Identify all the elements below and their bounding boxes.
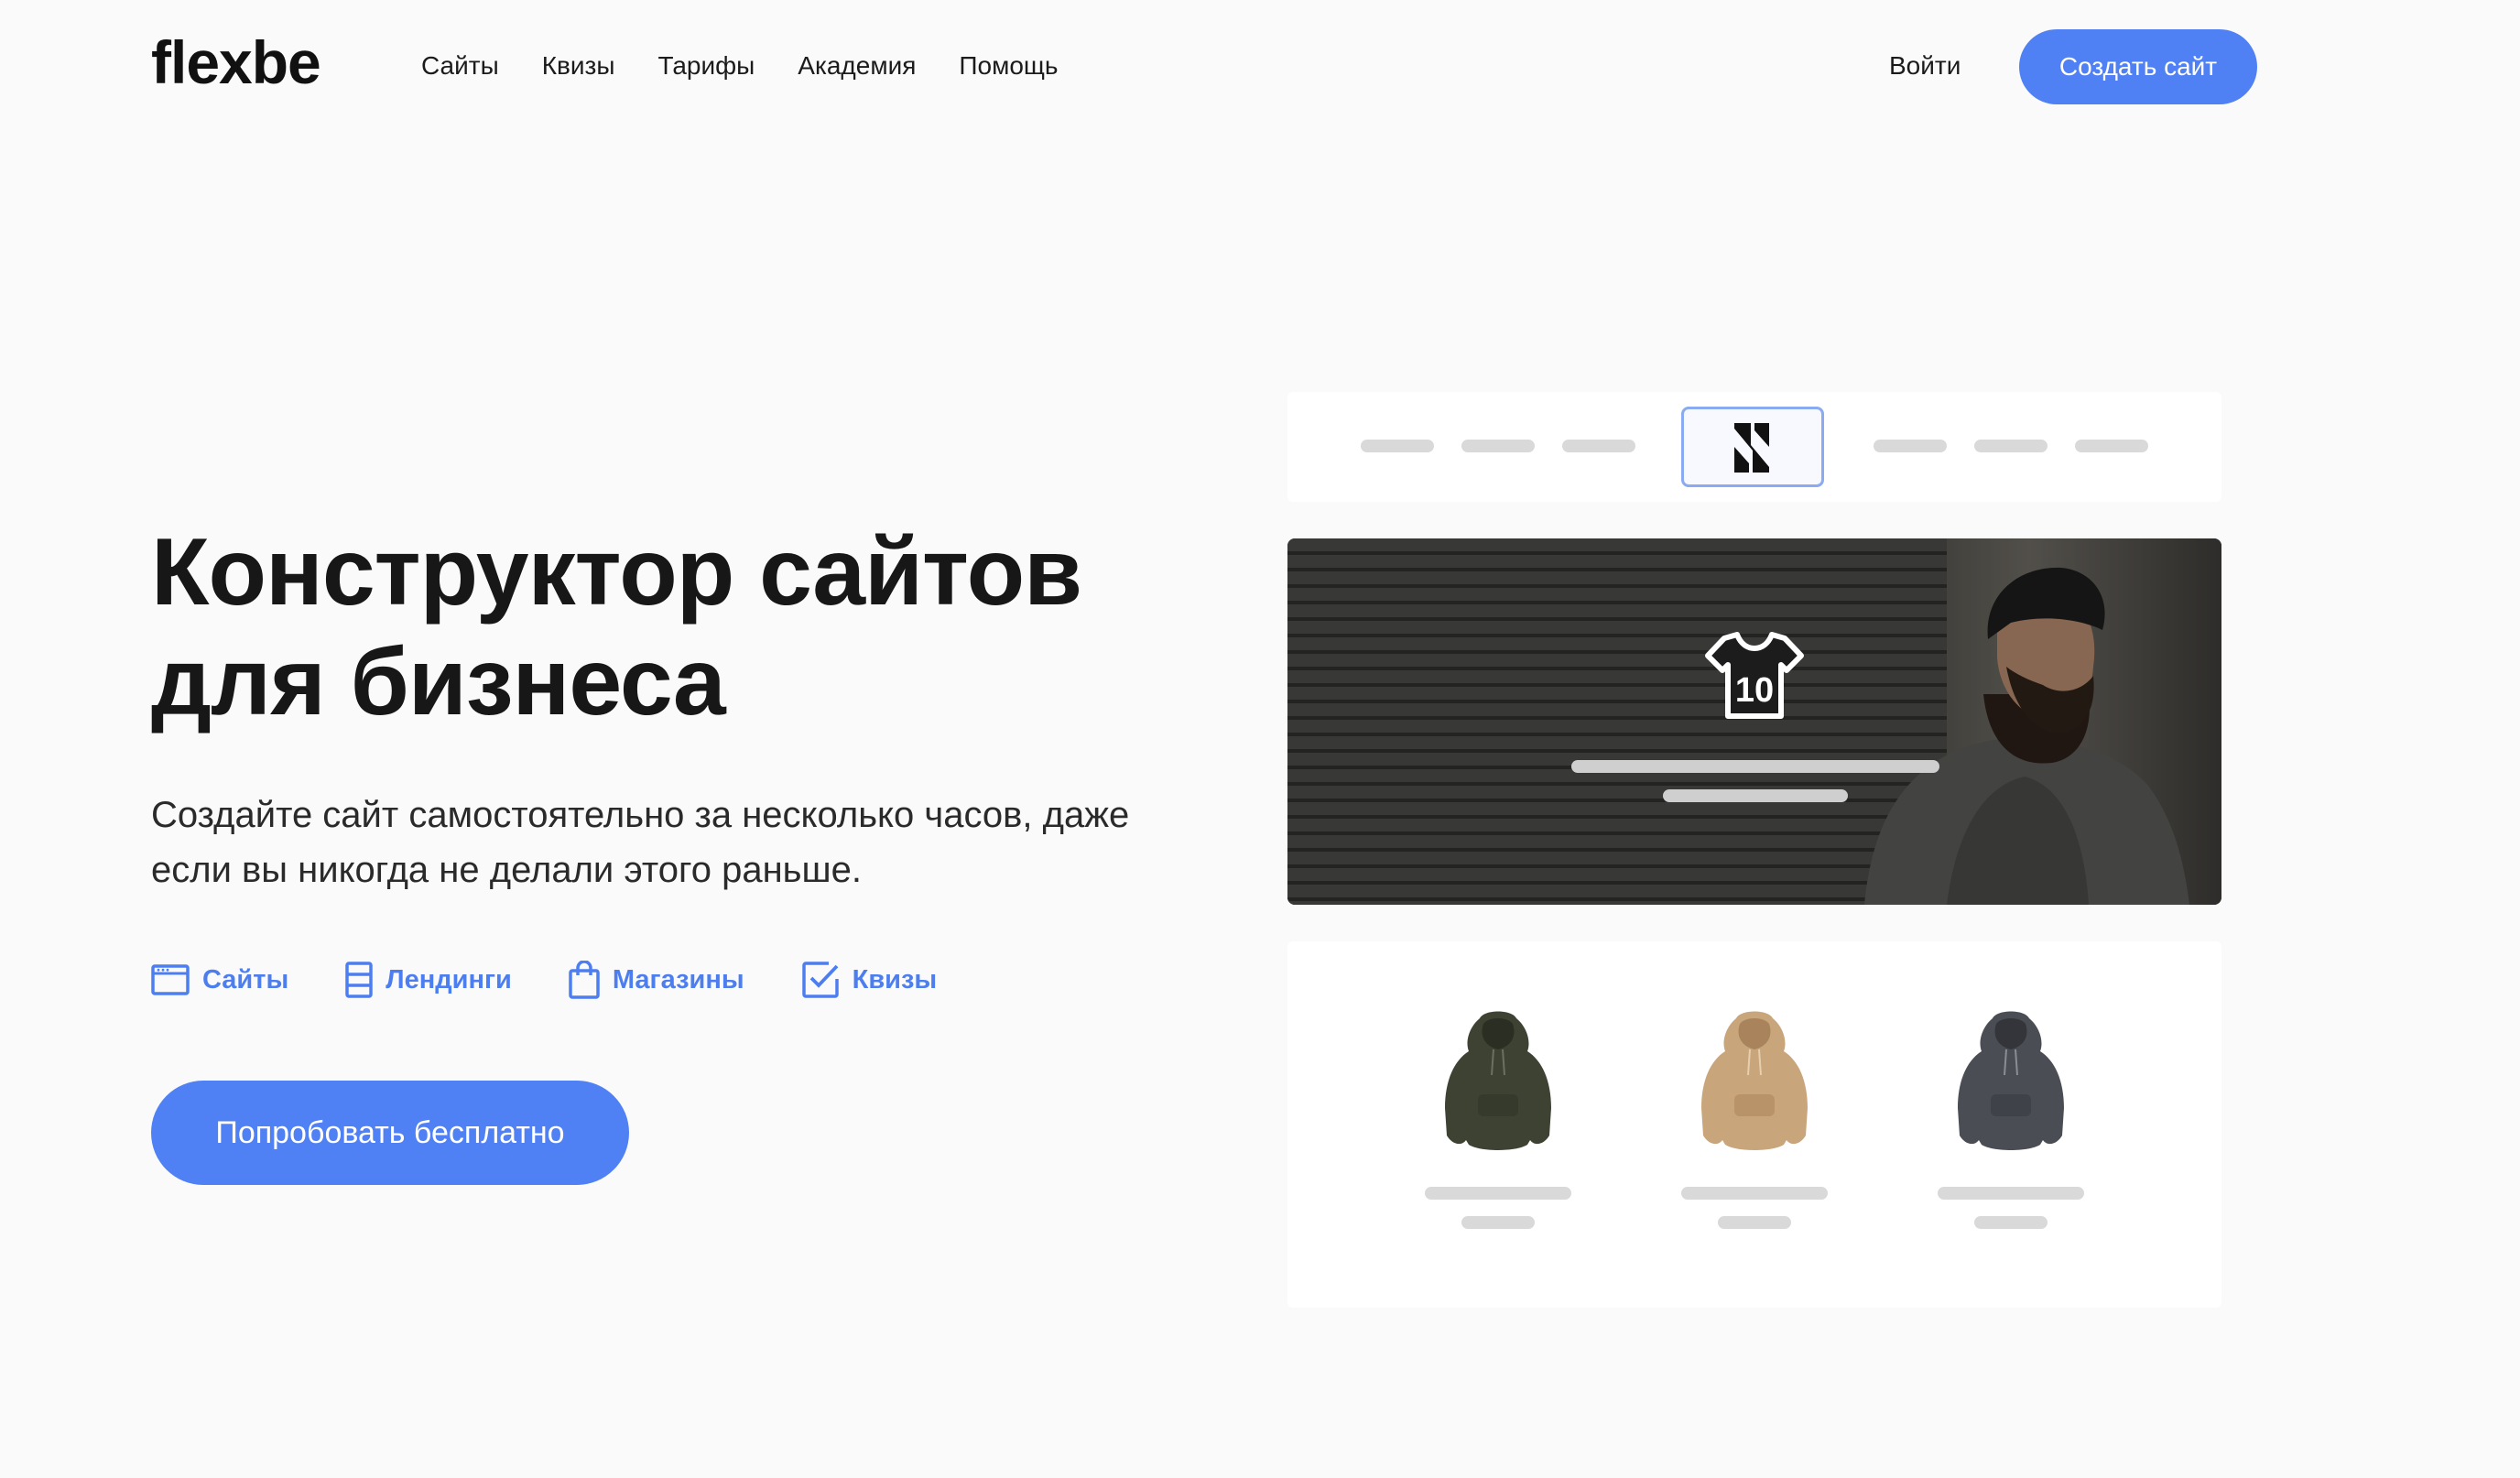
browser-window-icon	[151, 964, 190, 995]
nav-item-pricing[interactable]: Тарифы	[658, 48, 755, 84]
login-link[interactable]: Войти	[1889, 48, 1961, 84]
hero-subtitle: Создайте сайт самостоятельно за нескольк…	[151, 788, 1232, 897]
feature-link-landings[interactable]: Лендинги	[345, 957, 512, 1003]
hero-subtitle-line2: если вы никогда не делали этого раньше.	[151, 850, 862, 890]
mockup-products	[1287, 941, 2221, 1308]
placeholder-bar	[1938, 1187, 2084, 1200]
feature-link-quizzes[interactable]: Квизы	[801, 957, 938, 1003]
placeholder-bar	[2075, 440, 2148, 452]
hero-title-line2: для бизнеса	[151, 629, 726, 735]
hoodie-icon	[1445, 1011, 1551, 1150]
feature-link-shops[interactable]: Магазины	[569, 957, 744, 1003]
mockup-banner: 10	[1287, 538, 2221, 905]
placeholder-bar	[1663, 789, 1848, 802]
hero-title-line1: Конструктор сайтов	[151, 519, 1082, 625]
placeholder-bar	[1974, 440, 2048, 452]
placeholder-bar	[1874, 440, 1947, 452]
nav-item-quizzes[interactable]: Квизы	[542, 48, 615, 84]
create-site-button[interactable]: Создать сайт	[2019, 29, 2257, 104]
placeholder-bar	[1425, 1187, 1571, 1200]
hero-subtitle-line1: Создайте сайт самостоятельно за нескольк…	[151, 795, 1130, 835]
main-nav: Сайты Квизы Тарифы Академия Помощь	[421, 48, 1059, 84]
feature-links: Сайты Лендинги Магазины Квизы	[151, 957, 994, 1003]
placeholder-bar	[1461, 440, 1535, 452]
shopping-bag-icon	[569, 961, 600, 999]
banner-overlay	[1287, 538, 2221, 905]
placeholder-bar	[1571, 760, 1939, 773]
feature-label: Магазины	[612, 964, 744, 994]
hero-title: Конструктор сайтов для бизнеса	[151, 517, 1250, 737]
nav-item-help[interactable]: Помощь	[959, 48, 1058, 84]
checkbox-icon	[801, 962, 839, 998]
mockup-header	[1287, 392, 2221, 502]
placeholder-bar	[1681, 1187, 1828, 1200]
try-free-button[interactable]: Попробовать бесплатно	[151, 1081, 629, 1185]
feature-label: Лендинги	[386, 964, 512, 994]
nav-item-academy[interactable]: Академия	[798, 48, 916, 84]
feature-link-sites[interactable]: Сайты	[151, 957, 288, 1003]
tshirt-number: 10	[1735, 671, 1774, 710]
landing-page-icon	[345, 962, 373, 998]
placeholder-bar	[1361, 440, 1434, 452]
hoodie-icon	[1701, 1011, 1808, 1150]
mockup-logo-box	[1681, 407, 1824, 487]
placeholder-bar	[1718, 1216, 1791, 1229]
placeholder-bar	[1562, 440, 1635, 452]
feature-label: Квизы	[852, 964, 938, 994]
product-card	[1681, 1007, 1828, 1229]
feature-label: Сайты	[202, 964, 289, 994]
brand-mark-icon	[1734, 423, 1769, 473]
placeholder-bar	[1974, 1216, 2048, 1229]
placeholder-bar	[1461, 1216, 1535, 1229]
product-card	[1938, 1007, 2084, 1229]
product-card	[1425, 1007, 1571, 1229]
flexbe-logo[interactable]: flexbe	[151, 26, 321, 99]
tshirt-icon: 10	[1705, 632, 1804, 719]
hoodie-icon	[1958, 1011, 2064, 1150]
nav-item-sites[interactable]: Сайты	[421, 48, 499, 84]
